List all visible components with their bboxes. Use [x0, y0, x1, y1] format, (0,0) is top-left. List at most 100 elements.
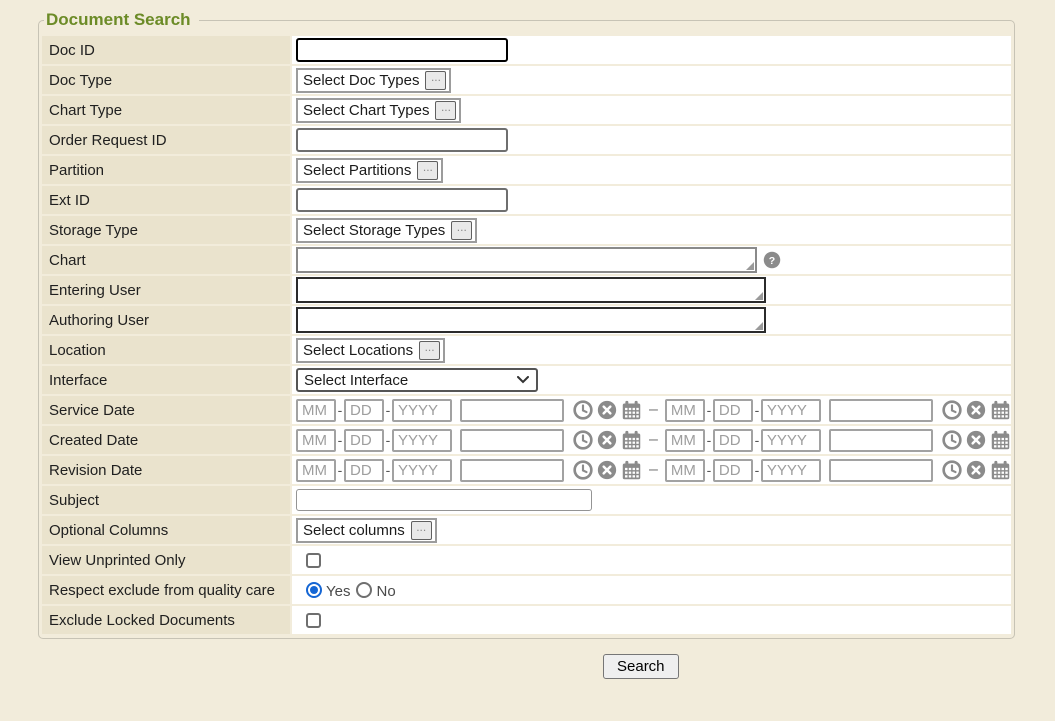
- revision-date-to-month-input[interactable]: [665, 459, 705, 482]
- entering-user-label: Entering User: [42, 276, 290, 304]
- date-part-separator: -: [753, 432, 761, 448]
- exclude-locked-checkbox[interactable]: [306, 613, 321, 628]
- resize-handle[interactable]: [755, 322, 763, 330]
- doc-type-picker[interactable]: Select Doc Types ...: [296, 68, 451, 93]
- storage-type-picker[interactable]: Select Storage Types ...: [296, 218, 477, 243]
- date-part-separator: -: [384, 432, 392, 448]
- revision-date-from-day-input[interactable]: [344, 459, 384, 482]
- x-circle-icon[interactable]: [597, 430, 617, 450]
- location-picker-value: Select Locations: [303, 342, 413, 359]
- row-service-date: Service Date - - – - -: [42, 396, 1011, 424]
- calendar-icon[interactable]: [990, 430, 1011, 451]
- revision-date-from-time-input[interactable]: [460, 459, 564, 482]
- revision-date-to-day-input[interactable]: [713, 459, 753, 482]
- service-date-to-time-input[interactable]: [829, 399, 933, 422]
- partition-label: Partition: [42, 156, 290, 184]
- x-circle-icon[interactable]: [966, 460, 986, 480]
- respect-exclude-label: Respect exclude from quality care: [42, 576, 290, 604]
- view-unprinted-only-label: View Unprinted Only: [42, 546, 290, 574]
- radio-no[interactable]: [356, 582, 372, 598]
- subject-input[interactable]: [296, 489, 592, 511]
- created-date-from-time-input[interactable]: [460, 429, 564, 452]
- x-circle-icon[interactable]: [966, 400, 986, 420]
- x-circle-icon[interactable]: [597, 400, 617, 420]
- chart-label: Chart: [42, 246, 290, 274]
- calendar-icon[interactable]: [621, 430, 642, 451]
- row-authoring-user: Authoring User: [42, 306, 1011, 334]
- partition-more-button[interactable]: ...: [417, 161, 438, 180]
- row-location: Location Select Locations ...: [42, 336, 1011, 364]
- service-date-to-month-input[interactable]: [665, 399, 705, 422]
- location-more-button[interactable]: ...: [419, 341, 440, 360]
- optional-columns-label: Optional Columns: [42, 516, 290, 544]
- service-date-to-day-input[interactable]: [713, 399, 753, 422]
- created-date-to-day-input[interactable]: [713, 429, 753, 452]
- search-button[interactable]: Search: [603, 654, 679, 679]
- chevron-down-icon: [517, 376, 529, 384]
- storage-type-more-button[interactable]: ...: [451, 221, 472, 240]
- partition-picker[interactable]: Select Partitions ...: [296, 158, 443, 183]
- revision-date-from-year-input[interactable]: [392, 459, 452, 482]
- chart-type-picker[interactable]: Select Chart Types ...: [296, 98, 461, 123]
- chart-type-picker-value: Select Chart Types: [303, 102, 429, 119]
- row-doc-type: Doc Type Select Doc Types ...: [42, 66, 1011, 94]
- service-date-from-time-input[interactable]: [460, 399, 564, 422]
- created-date-to-month-input[interactable]: [665, 429, 705, 452]
- service-date-to-year-input[interactable]: [761, 399, 821, 422]
- row-created-date: Created Date - - – - -: [42, 426, 1011, 454]
- location-label: Location: [42, 336, 290, 364]
- created-date-from-month-input[interactable]: [296, 429, 336, 452]
- authoring-user-textarea[interactable]: [296, 307, 766, 333]
- revision-date-from-month-input[interactable]: [296, 459, 336, 482]
- optional-columns-more-button[interactable]: ...: [411, 521, 432, 540]
- clock-icon[interactable]: [942, 430, 962, 450]
- range-separator: –: [649, 431, 658, 449]
- doc-type-more-button[interactable]: ...: [425, 71, 446, 90]
- service-date-from-month-input[interactable]: [296, 399, 336, 422]
- created-date-to-year-input[interactable]: [761, 429, 821, 452]
- calendar-icon[interactable]: [990, 460, 1011, 481]
- revision-date-to-year-input[interactable]: [761, 459, 821, 482]
- help-icon[interactable]: ?: [763, 251, 781, 269]
- interface-select[interactable]: Select Interface: [296, 368, 538, 392]
- chart-textarea[interactable]: [296, 247, 757, 273]
- x-circle-icon[interactable]: [966, 430, 986, 450]
- order-request-id-input[interactable]: [296, 128, 508, 152]
- clock-icon[interactable]: [942, 460, 962, 480]
- doc-id-input[interactable]: [296, 38, 508, 62]
- calendar-icon[interactable]: [621, 400, 642, 421]
- row-doc-id: Doc ID: [42, 36, 1011, 64]
- entering-user-textarea[interactable]: [296, 277, 766, 303]
- clock-icon[interactable]: [942, 400, 962, 420]
- radio-yes[interactable]: [306, 582, 322, 598]
- chart-type-more-button[interactable]: ...: [435, 101, 456, 120]
- location-picker[interactable]: Select Locations ...: [296, 338, 445, 363]
- clock-icon[interactable]: [573, 460, 593, 480]
- service-date-from-year-input[interactable]: [392, 399, 452, 422]
- ext-id-label: Ext ID: [42, 186, 290, 214]
- resize-handle[interactable]: [755, 292, 763, 300]
- optional-columns-picker[interactable]: Select columns ...: [296, 518, 437, 543]
- ext-id-input[interactable]: [296, 188, 508, 212]
- respect-exclude-no-option[interactable]: No: [356, 581, 399, 600]
- svg-text:?: ?: [769, 255, 775, 267]
- created-date-from-day-input[interactable]: [344, 429, 384, 452]
- calendar-icon[interactable]: [990, 400, 1011, 421]
- storage-type-picker-value: Select Storage Types: [303, 222, 445, 239]
- date-part-separator: -: [753, 462, 761, 478]
- row-revision-date: Revision Date - - – - -: [42, 456, 1011, 484]
- clock-icon[interactable]: [573, 400, 593, 420]
- x-circle-icon[interactable]: [597, 460, 617, 480]
- revision-date-to-time-input[interactable]: [829, 459, 933, 482]
- created-date-to-time-input[interactable]: [829, 429, 933, 452]
- doc-id-label: Doc ID: [42, 36, 290, 64]
- calendar-icon[interactable]: [621, 460, 642, 481]
- resize-handle[interactable]: [746, 262, 754, 270]
- created-date-from-year-input[interactable]: [392, 429, 452, 452]
- respect-exclude-yes-option[interactable]: Yes: [306, 581, 354, 600]
- view-unprinted-only-checkbox[interactable]: [306, 553, 321, 568]
- row-interface: Interface Select Interface: [42, 366, 1011, 394]
- range-separator: –: [649, 461, 658, 479]
- service-date-from-day-input[interactable]: [344, 399, 384, 422]
- clock-icon[interactable]: [573, 430, 593, 450]
